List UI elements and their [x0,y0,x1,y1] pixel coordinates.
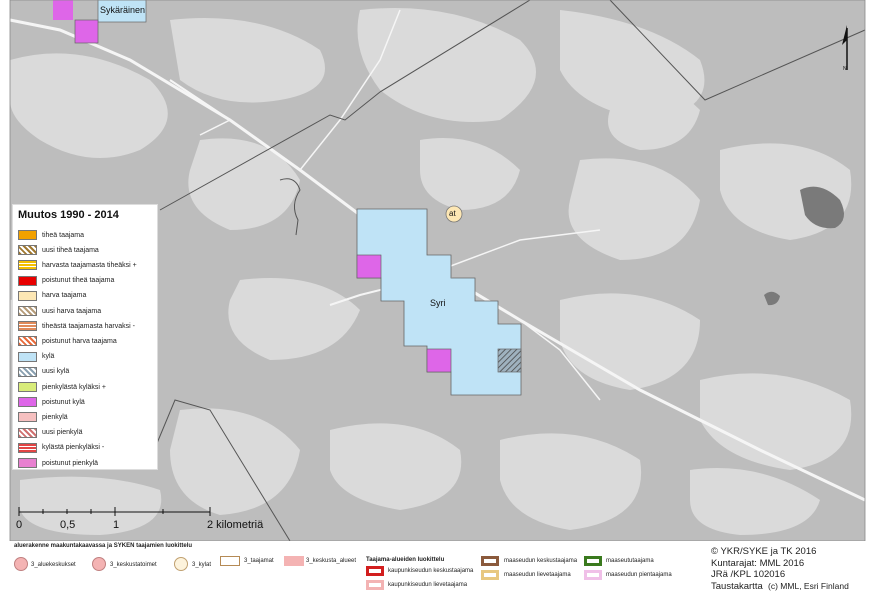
legend-swatch [18,351,37,362]
legend-item: kylästä pienkyläksi - [18,442,104,454]
legend-swatch [18,290,37,301]
scale-label-0: 0 [16,519,23,531]
credit-line-3: JRä /KPL 102016 [711,569,786,580]
scale-label-1: 1 [113,519,120,531]
legend-3-keskusta-alueet: 3_keskusta_alueet [306,558,357,564]
legend-swatch [18,458,37,468]
place-label-syri: Syri [430,298,446,308]
legend-title: Muutos 1990 - 2014 [18,209,119,221]
legend-label: uusi kylä [42,368,70,376]
legend-label: harva taajama [42,292,87,300]
legend-label: poistunut pienkylä [42,459,99,467]
scale-label-05: 0,5 [60,519,76,531]
legend-label: poistunut kylä [42,398,85,406]
taajama-swatch-0 [366,566,384,576]
legend-swatch [18,412,37,423]
taajama-label-0: kaupunkiseudun keskustaajama [388,568,474,574]
legend-swatch [18,260,37,271]
legend-swatch [18,382,37,392]
scale-label-2km: 2 kilometriä [207,519,264,531]
legend-item: kylä [18,351,54,363]
taajama-legend-title: Taajama-alueiden luokittelu [366,557,445,563]
legend-label: kylä [42,353,55,361]
bottom-legend-title: aluerakenne maakuntakaavassa ja SYKEN ta… [14,543,193,549]
legend-label: uusi pienkylä [42,429,83,437]
legend-swatch [18,442,37,453]
legend-label: harvasta taajamasta tiheäksi + [42,261,137,269]
legend-swatch [18,306,37,316]
legend-item: poistunut tiheä taajama [18,275,114,287]
legend-swatch [18,366,37,377]
keskustatoimet-symbol [92,557,106,571]
credit-line-4: Taustakartta [711,580,763,592]
legend-3-taajamat: 3_taajamat [244,558,274,564]
keskusta-alueet-symbol [284,556,304,566]
legend-label: pienkylästä kyläksi + [42,383,107,391]
map-legend: Muutos 1990 - 2014 tiheä taajama uusi tih… [12,204,158,470]
legend-swatch [18,321,37,332]
legend-item: poistunut pienkylä [18,457,98,469]
legend-item: uusi harva taajama [18,305,101,317]
legend-swatch [18,245,37,256]
legend-label: uusi harva taajama [42,307,102,315]
legend-item: poistunut kylä [18,396,85,408]
taajama-label-5: maaseudun pientaajama [606,572,672,578]
taajamat-symbol [220,556,240,566]
legend-item: tiheästä taajamasta harvaksi - [18,320,135,332]
credit-line-2: Kuntarajat: MML 2016 [711,557,805,569]
place-label-sykarainen: Sykäräinen [100,5,146,15]
taajama-swatch-1 [366,580,384,590]
kylat-symbol [174,557,188,571]
legend-label: poistunut harva taajama [42,337,117,345]
legend-swatch [18,230,37,240]
legend-label: kylästä pienkyläksi - [42,444,105,452]
credit-line-5: (c) MML, Esri Finland [768,580,849,591]
legend-item: pienkylä [18,411,68,423]
taajama-swatch-4 [584,556,602,566]
north-label: N [843,66,847,72]
map-credits: © YKR/SYKE ja TK 2016 Kuntarajat: MML 20… [711,546,849,592]
taajama-swatch-2 [481,556,499,566]
taajama-label-1: kaupunkiseudun lievetaajama [388,582,468,588]
legend-label: uusi tiheä taajama [42,246,99,254]
legend-item: tiheä taajama [18,229,84,241]
legend-3-keskustatoimet: 3_keskustatoimet [110,562,157,568]
legend-label: tiheästä taajamasta harvaksi - [42,322,135,330]
scale-bar [18,507,211,516]
aluekeskukset-symbol [14,557,28,571]
taajama-label-3: maaseudun lievetaajama [504,572,571,578]
legend-item: uusi kylä [18,366,69,378]
legend-item: pienkylästä kyläksi + [18,381,106,393]
legend-item: poistunut harva taajama [18,335,117,347]
legend-label: pienkylä [42,413,68,421]
legend-3-kylat: 3_kylat [192,562,212,568]
legend-swatch [18,427,37,438]
taajama-label-2: maaseudun keskustaajama [504,558,578,564]
legend-label: tiheä taajama [42,231,85,239]
taajama-swatch-3 [481,570,499,580]
credit-line-1: © YKR/SYKE ja TK 2016 [711,546,817,557]
legend-swatch [18,275,37,286]
taajama-label-4: maaseututaajama [606,558,654,564]
legend-item: harvasta taajamasta tiheäksi + [18,259,137,271]
legend-item: uusi pienkylä [18,427,82,439]
legend-swatch [18,336,37,347]
taajama-swatch-5 [584,570,602,580]
place-label-at: at [449,209,456,218]
legend-label: poistunut tiheä taajama [42,277,115,285]
legend-item: harva taajama [18,290,86,302]
legend-3-aluekeskukset: 3_aluekeskukset [31,562,76,568]
legend-item: uusi tiheä taajama [18,244,99,256]
legend-swatch [18,397,37,408]
